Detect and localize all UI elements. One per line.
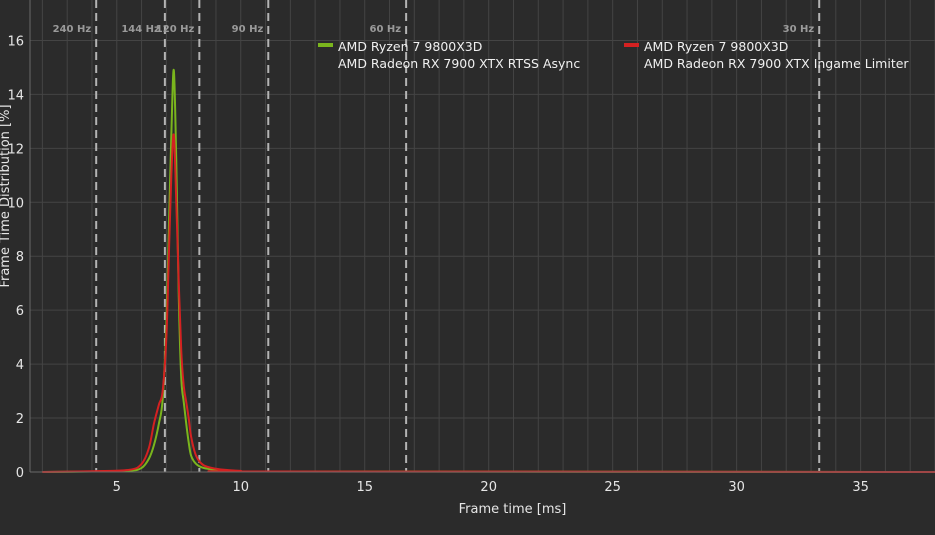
y-axis-title: Frame Time Distribution [%] [0, 104, 13, 287]
x-tick-label: 35 [852, 480, 869, 495]
x-tick-label: 25 [604, 480, 621, 495]
refresh-label: 30 Hz [783, 24, 815, 35]
x-tick-label: 30 [728, 480, 745, 495]
refresh-label: 60 Hz [370, 24, 402, 35]
y-tick-label: 6 [16, 304, 24, 319]
y-tick-label: 14 [7, 88, 24, 103]
legend-label-line1: AMD Ryzen 7 9800X3D [338, 39, 482, 54]
refresh-label: 90 Hz [232, 24, 264, 35]
axes-layer: 5 10 15 20 25 30 350246810121416 [7, 0, 935, 495]
refresh-label: 120 Hz [156, 24, 195, 35]
legend-label-line2: AMD Radeon RX 7900 XTX Ingame Limiter [644, 56, 909, 71]
legend-item-2: AMD Ryzen 7 9800X3D AMD Radeon RX 7900 XT… [624, 39, 909, 71]
x-tick-label: 10 [232, 480, 249, 495]
y-tick-label: 0 [16, 466, 24, 481]
x-axis-title: Frame time [ms] [459, 502, 567, 517]
legend-label-line1: AMD Ryzen 7 9800X3D [644, 39, 788, 54]
legend-item-1: AMD Ryzen 7 9800X3D AMD Radeon RX 7900 XT… [318, 39, 580, 71]
x-tick-label: 20 [480, 480, 497, 495]
x-tick-label: 15 [356, 480, 373, 495]
refresh-label: 144 Hz [121, 24, 160, 35]
legend-swatch [624, 43, 639, 47]
frame-time-chart: 240 Hz 144 Hz120 Hz 90 Hz 60 Hz 30 Hz 5 10 15 2… [0, 0, 935, 517]
x-tick-label: 5 [113, 480, 121, 495]
chart-container: 240 Hz 144 Hz 120 Hz 90 Hz 60 Hz 30 Hz 5 10 15 2… [0, 0, 935, 531]
legend-swatch [318, 43, 333, 47]
y-tick-label: 2 [16, 412, 24, 427]
y-tick-label: 8 [16, 250, 24, 265]
refresh-label: 240 Hz [53, 24, 92, 35]
y-tick-label: 16 [7, 34, 24, 49]
legend-label-line2: AMD Radeon RX 7900 XTX RTSS Async [338, 56, 580, 71]
y-tick-label: 4 [16, 358, 24, 373]
